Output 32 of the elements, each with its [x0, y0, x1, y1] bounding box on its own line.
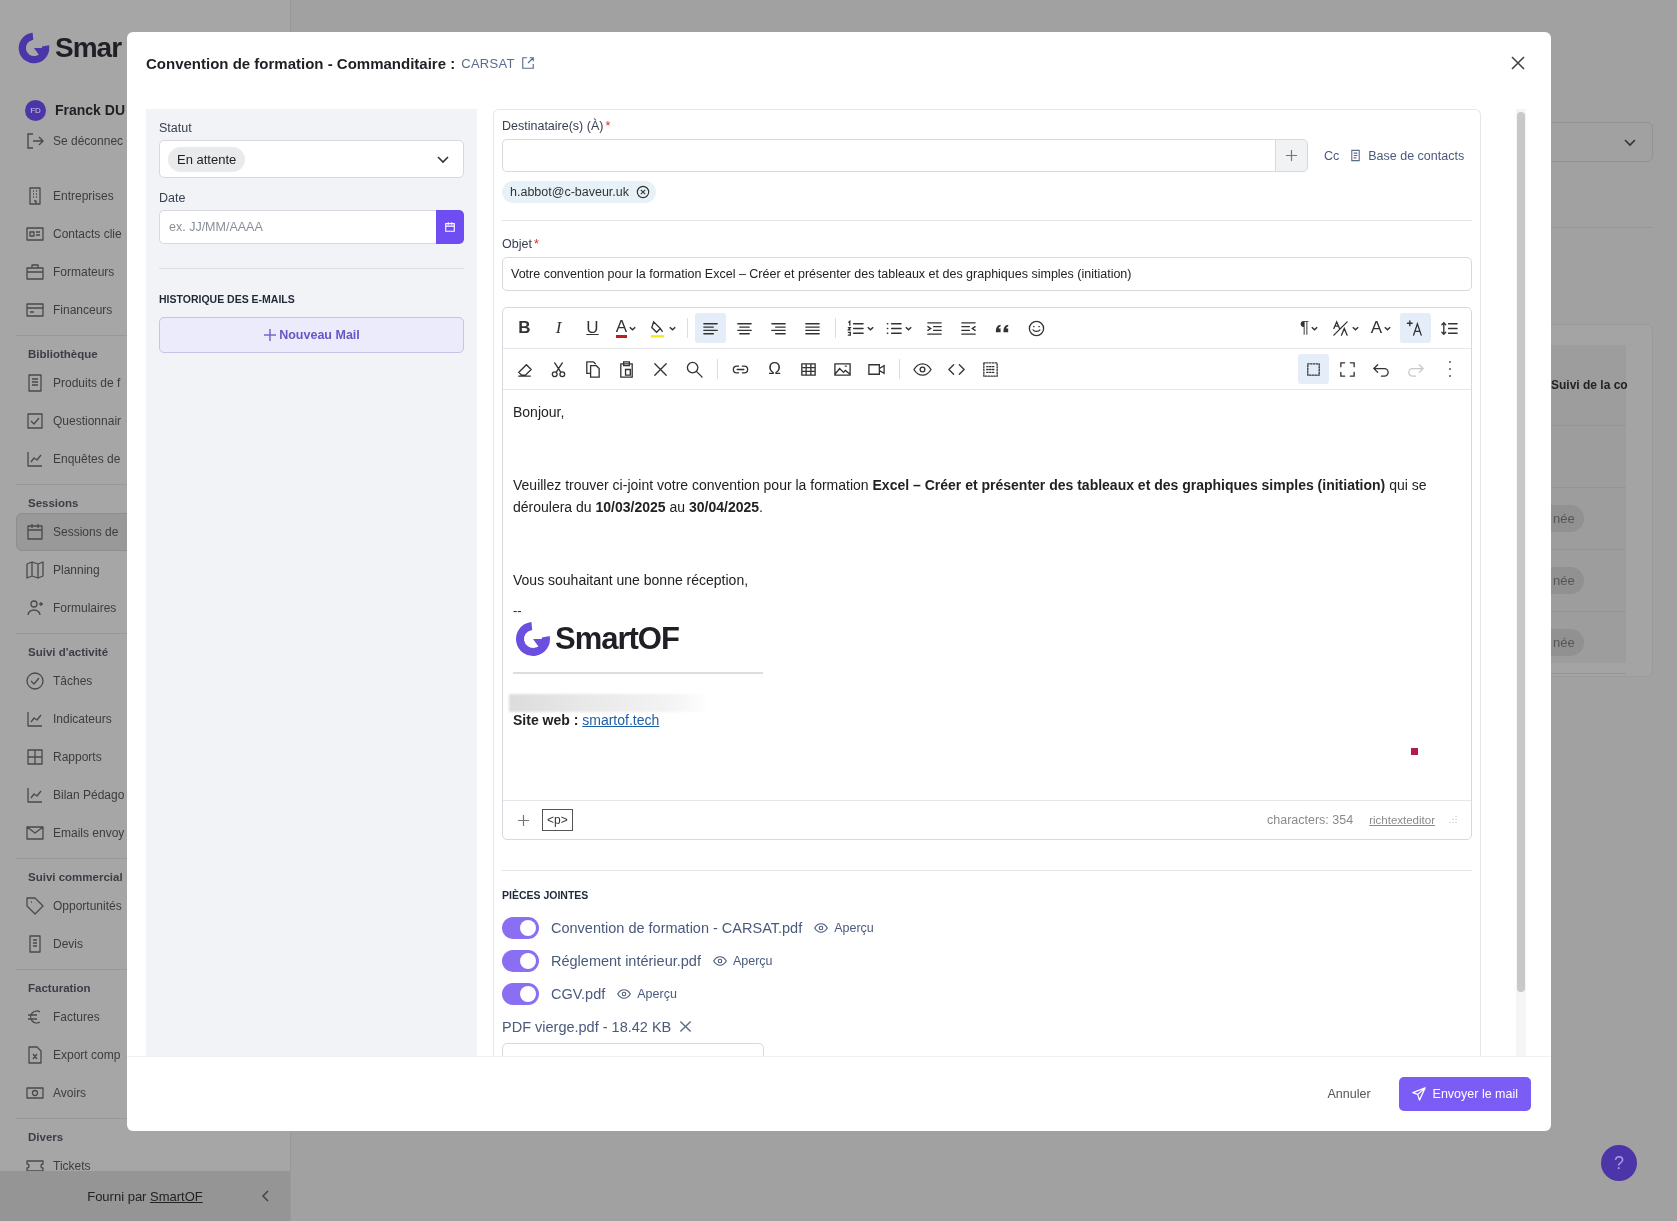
field-label: Statut — [159, 121, 193, 135]
section-heading: Facturation — [27, 981, 92, 996]
greeting-text: Bonjour, — [513, 403, 566, 422]
attachment-name: Convention de formation - CARSAT.pdf — [551, 919, 803, 936]
user-name: Franck DU — [55, 102, 126, 118]
logo-text: SmartOF — [555, 621, 679, 657]
field-label: Objet — [502, 237, 532, 251]
website-line: Site web : smartof.tech — [513, 711, 661, 730]
attachment-name: CGV.pdf — [551, 985, 606, 1002]
section-heading: HISTORIQUE DES E-MAILS — [159, 293, 296, 305]
user-avatar: FD — [25, 99, 46, 121]
logo-text: Smar — [55, 32, 122, 64]
section-heading: Suivi d'activité — [27, 645, 110, 660]
message-paragraph: Veuillez trouver ci-joint votre convention pour la formation Excel – Créer et présenter des tableaux et des graphiques simples (initiation) qui se déroulera du 10/03/2025 au 30/04/2025. — [513, 476, 1428, 517]
field-label: Date — [159, 191, 187, 205]
dialog-title: Convention de formation - Commanditaire : — [146, 54, 456, 72]
signature-separator: -- — [513, 603, 523, 619]
field-label: Destinataire(s) (À) — [502, 119, 604, 133]
required-mark: * — [533, 237, 539, 251]
closing-text: Vous souhaitant une bonne réception, — [513, 571, 750, 590]
column-header: Suivi de la co — [1551, 378, 1628, 392]
character-count: characters: 354 — [1267, 813, 1354, 827]
section-heading: Sessions — [27, 496, 80, 511]
section-heading: Bibliothèque — [27, 347, 99, 362]
attachment-name: Réglement intérieur.pdf — [551, 952, 701, 969]
section-heading: PIÈCES JOINTES — [502, 889, 590, 901]
uploaded-file-name: PDF vierge.pdf - 18.42 KB — [502, 1018, 672, 1035]
section-heading: Divers — [27, 1130, 65, 1145]
email-address: h.abbot@c-baveur.uk — [510, 185, 629, 199]
required-mark: * — [605, 119, 611, 133]
section-heading: Suivi commercial — [27, 870, 124, 885]
credit-text: Fourni par SmartOF — [87, 1188, 203, 1204]
